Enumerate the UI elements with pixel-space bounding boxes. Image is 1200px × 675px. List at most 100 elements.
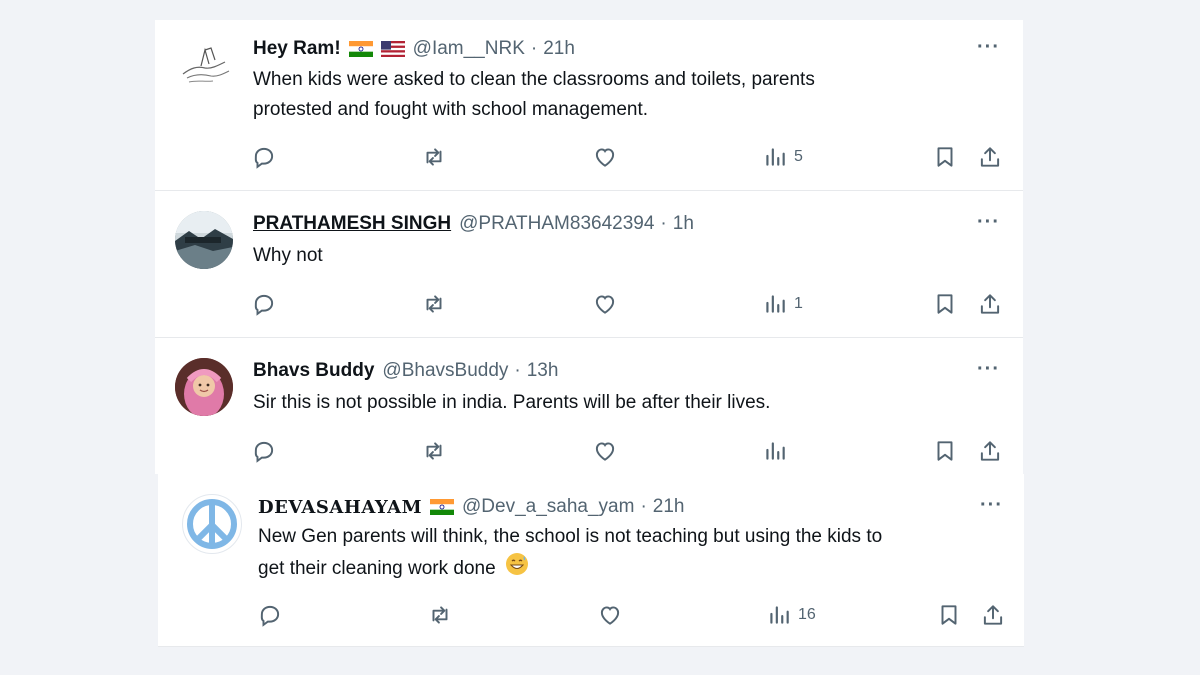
retweet-icon bbox=[426, 148, 442, 166]
separator-dot: · bbox=[640, 496, 647, 517]
more-options-icon[interactable]: ··· bbox=[980, 494, 1003, 517]
display-name[interactable]: Bhavs Buddy bbox=[253, 360, 374, 382]
tweet-text: When kids were asked to clean the classr… bbox=[253, 65, 993, 125]
tweet-text-line-with-emoji: get their cleaning work done bbox=[258, 552, 1018, 586]
share-icon bbox=[983, 605, 1003, 625]
separator-dot: · bbox=[514, 360, 521, 381]
timestamp[interactable]: 13h bbox=[527, 360, 559, 382]
india-flag-icon bbox=[348, 41, 373, 57]
india-flag-icon bbox=[430, 499, 454, 515]
share-button[interactable] bbox=[977, 291, 1003, 317]
heart-icon bbox=[595, 442, 615, 461]
avatar[interactable] bbox=[175, 38, 233, 96]
avatar[interactable] bbox=[175, 211, 233, 269]
bookmark-icon bbox=[937, 441, 953, 461]
avatar[interactable] bbox=[182, 494, 242, 554]
more-options-icon[interactable]: ··· bbox=[977, 211, 1000, 234]
tweet-text-line: get their cleaning work done bbox=[258, 558, 496, 580]
tweet-text-line: New Gen parents will think, the school i… bbox=[258, 526, 883, 547]
views-count: 16 bbox=[798, 606, 816, 623]
avatar[interactable] bbox=[175, 358, 233, 416]
retweet-button[interactable] bbox=[421, 144, 447, 170]
views-button[interactable]: 5 bbox=[762, 144, 803, 170]
bookmark-button[interactable] bbox=[932, 438, 958, 464]
reply-icon bbox=[260, 605, 280, 627]
tweet-header: Bhavs Buddy @BhavsBuddy · 13h bbox=[253, 360, 558, 382]
retweet-button[interactable] bbox=[421, 291, 447, 317]
display-name[interactable]: DEVASAHAYAM bbox=[258, 497, 422, 518]
heart-icon bbox=[595, 148, 615, 167]
views-button[interactable]: 1 bbox=[762, 291, 803, 317]
share-button[interactable] bbox=[977, 438, 1003, 464]
tweet-text-line: Sir this is not possible in india. Paren… bbox=[253, 392, 771, 413]
display-name[interactable]: Hey Ram! bbox=[253, 38, 341, 60]
share-icon bbox=[980, 294, 1000, 314]
tweet-card[interactable]: PRATHAMESH SINGH @PRATHAM83642394 · 1h ·… bbox=[155, 191, 1023, 338]
reply-button[interactable] bbox=[251, 291, 277, 317]
grinning-sweat-emoji-icon bbox=[505, 552, 529, 586]
views-chart-icon bbox=[766, 295, 785, 313]
heart-icon bbox=[600, 606, 620, 625]
reply-feed: Hey Ram! @Iam__NRK · 21h ··· When kids w… bbox=[0, 0, 1200, 675]
tweet-header: PRATHAMESH SINGH @PRATHAM83642394 · 1h bbox=[253, 213, 694, 235]
tweet-text: New Gen parents will think, the school i… bbox=[258, 522, 1018, 586]
peace-sign-avatar-icon bbox=[185, 497, 239, 551]
retweet-icon bbox=[426, 442, 442, 460]
timestamp[interactable]: 21h bbox=[543, 38, 575, 60]
more-options-icon[interactable]: ··· bbox=[977, 358, 1000, 381]
views-chart-icon bbox=[766, 442, 785, 460]
views-count: 1 bbox=[794, 295, 803, 312]
bookmark-button[interactable] bbox=[936, 602, 962, 628]
tweet-text-line: When kids were asked to clean the classr… bbox=[253, 69, 815, 90]
like-button[interactable] bbox=[597, 602, 623, 628]
retweet-icon bbox=[432, 606, 448, 624]
user-handle[interactable]: @Iam__NRK bbox=[413, 38, 525, 60]
bookmark-button[interactable] bbox=[932, 144, 958, 170]
child-photo-avatar-icon bbox=[175, 358, 233, 416]
bookmark-icon bbox=[937, 294, 953, 314]
reply-icon bbox=[254, 147, 274, 169]
like-button[interactable] bbox=[592, 438, 618, 464]
tweet-text: Why not bbox=[253, 241, 993, 271]
tweet-text: Sir this is not possible in india. Paren… bbox=[253, 388, 993, 418]
like-button[interactable] bbox=[592, 291, 618, 317]
bookmark-button[interactable] bbox=[932, 291, 958, 317]
user-handle[interactable]: @BhavsBuddy bbox=[382, 360, 508, 382]
heart-icon bbox=[595, 295, 615, 314]
landscape-avatar-icon bbox=[175, 211, 233, 269]
views-count: 5 bbox=[794, 148, 803, 165]
user-handle[interactable]: @Dev_a_saha_yam bbox=[462, 496, 634, 518]
us-flag-icon bbox=[380, 41, 405, 57]
reply-button[interactable] bbox=[251, 144, 277, 170]
retweet-icon bbox=[426, 295, 442, 313]
tweet-card[interactable]: DEVASAHAYAM @Dev_a_saha_yam · 21h ··· Ne… bbox=[158, 474, 1024, 647]
tweet-header: Hey Ram! @Iam__NRK · 21h bbox=[253, 38, 575, 60]
separator-dot: · bbox=[660, 213, 667, 234]
retweet-button[interactable] bbox=[427, 602, 453, 628]
share-icon bbox=[980, 147, 1000, 167]
tweet-header: DEVASAHAYAM @Dev_a_saha_yam · 21h bbox=[258, 496, 684, 518]
like-button[interactable] bbox=[592, 144, 618, 170]
sketch-hands-avatar-icon bbox=[182, 47, 230, 83]
display-name[interactable]: PRATHAMESH SINGH bbox=[253, 213, 451, 235]
tweet-card[interactable]: Hey Ram! @Iam__NRK · 21h ··· When kids w… bbox=[155, 20, 1023, 191]
tweet-text-line: protested and fought with school managem… bbox=[253, 99, 649, 120]
user-handle[interactable]: @PRATHAM83642394 bbox=[459, 213, 654, 235]
more-options-icon[interactable]: ··· bbox=[977, 36, 1000, 59]
share-button[interactable] bbox=[977, 144, 1003, 170]
share-button[interactable] bbox=[980, 602, 1006, 628]
timestamp[interactable]: 1h bbox=[673, 213, 694, 235]
views-button[interactable]: 16 bbox=[766, 602, 816, 628]
reply-icon bbox=[254, 441, 274, 463]
separator-dot: · bbox=[530, 38, 538, 59]
views-button[interactable] bbox=[762, 438, 794, 464]
tweet-card[interactable]: Bhavs Buddy @BhavsBuddy · 13h ··· Sir th… bbox=[155, 338, 1023, 474]
reply-button[interactable] bbox=[257, 602, 283, 628]
views-chart-icon bbox=[766, 148, 785, 166]
bookmark-icon bbox=[937, 147, 953, 167]
timestamp[interactable]: 21h bbox=[653, 496, 685, 518]
retweet-button[interactable] bbox=[421, 438, 447, 464]
reply-button[interactable] bbox=[251, 438, 277, 464]
bookmark-icon bbox=[941, 605, 957, 625]
share-icon bbox=[980, 441, 1000, 461]
